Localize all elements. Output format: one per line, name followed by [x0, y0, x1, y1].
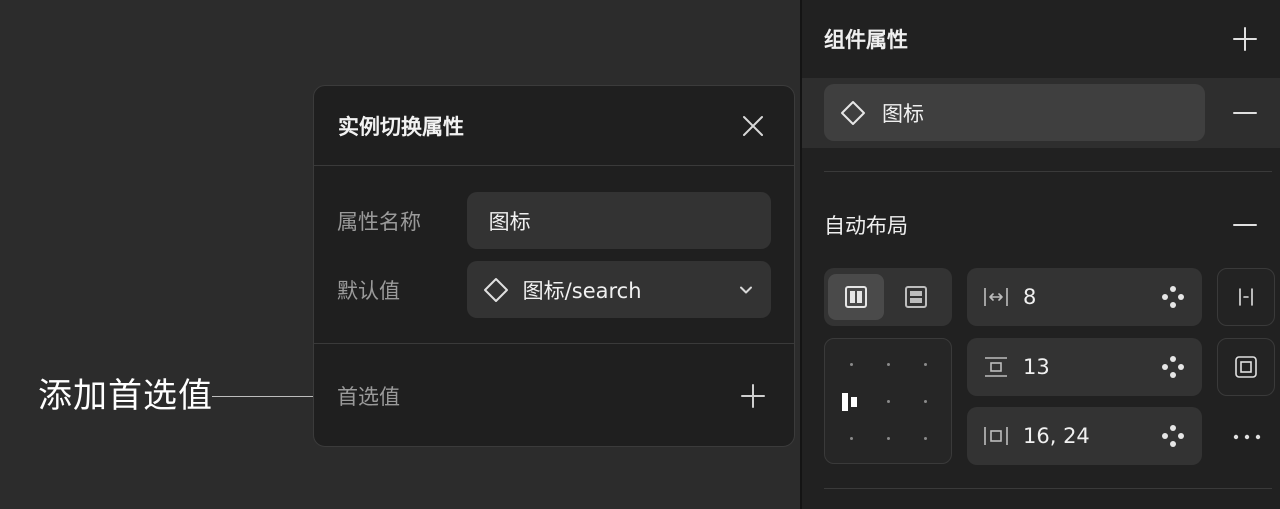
align-dot[interactable]: [924, 363, 927, 366]
align-dot[interactable]: [887, 400, 890, 403]
align-dot[interactable]: [850, 437, 853, 440]
diamond-icon: [841, 100, 865, 125]
padding-field[interactable]: 16, 24: [967, 407, 1202, 465]
instance-swap-property-dialog: 实例切换属性 属性名称 图标 默认值 图标/search 首选值: [313, 85, 795, 447]
layout-direction-toggle: [824, 268, 952, 326]
hug-width-icon: [1239, 288, 1253, 306]
more-options-button[interactable]: [1230, 422, 1264, 452]
padding-value: 16, 24: [1023, 424, 1090, 448]
align-dot[interactable]: [887, 363, 890, 366]
alignment-grid[interactable]: [824, 338, 952, 464]
default-value-label: 默认值: [337, 278, 400, 303]
align-dot[interactable]: [887, 437, 890, 440]
dialog-title: 实例切换属性: [338, 114, 464, 139]
vertical-padding-icon: [985, 357, 1007, 377]
properties-panel: 组件属性 图标 自动布局 8 13 16, 24: [800, 0, 1280, 509]
preferred-values-label: 首选值: [337, 385, 400, 409]
horizontal-layout-icon: [845, 286, 867, 308]
component-property-label: 图标: [882, 101, 924, 126]
item-spacing-field[interactable]: 8: [967, 268, 1202, 326]
horizontal-spacing-icon: [984, 288, 1008, 306]
default-value-text: 图标/search: [522, 278, 642, 303]
plus-icon: [741, 384, 765, 408]
clip-content-button[interactable]: [1217, 338, 1275, 396]
component-property-row: 图标: [802, 78, 1280, 148]
remove-auto-layout-button[interactable]: [1230, 210, 1260, 240]
align-dot[interactable]: [924, 400, 927, 403]
canvas: 添加首选值 实例切换属性 属性名称 图标 默认值 图标/search 首选值 组…: [0, 0, 1280, 509]
default-value-select[interactable]: 图标/search: [466, 261, 771, 318]
remove-component-property-button[interactable]: [1230, 98, 1260, 128]
horizontal-padding-icon: [984, 427, 1008, 445]
close-button[interactable]: [738, 111, 768, 141]
resizing-button[interactable]: [1217, 268, 1275, 326]
vertical-direction-button[interactable]: [888, 274, 944, 320]
vertical-padding-value: 13: [1023, 355, 1050, 379]
frame-padding-icon: [1235, 356, 1257, 378]
default-value-row: 默认值 图标/search: [337, 261, 771, 318]
property-name-label: 属性名称: [337, 209, 421, 234]
minus-icon: [1233, 112, 1257, 114]
chevron-down-icon: [740, 286, 752, 293]
dialog-header: 实例切换属性: [314, 86, 794, 166]
plus-icon: [1233, 27, 1257, 51]
variable-dots-icon: [1162, 286, 1184, 308]
section-divider: [824, 488, 1272, 489]
section-divider: [824, 171, 1272, 172]
annotation-line: [212, 396, 318, 397]
preferred-values-row: 首选值: [314, 344, 794, 446]
align-dot[interactable]: [924, 437, 927, 440]
vertical-padding-field[interactable]: 13: [967, 338, 1202, 396]
apply-variable-button[interactable]: [1160, 354, 1186, 380]
property-name-row: 属性名称 图标: [337, 192, 771, 249]
close-icon: [743, 115, 763, 136]
horizontal-direction-button[interactable]: [828, 274, 884, 320]
apply-variable-button[interactable]: [1160, 284, 1186, 310]
vertical-layout-icon: [905, 286, 927, 308]
more-horizontal-icon: [1233, 434, 1261, 440]
apply-variable-button[interactable]: [1160, 423, 1186, 449]
add-preferred-value-button[interactable]: [738, 381, 768, 411]
variable-dots-icon: [1162, 425, 1184, 447]
property-name-input[interactable]: 图标: [466, 192, 771, 249]
auto-layout-heading: 自动布局: [824, 214, 908, 238]
component-property-item[interactable]: 图标: [824, 84, 1205, 141]
diamond-icon: [483, 277, 508, 302]
add-component-property-button[interactable]: [1230, 24, 1260, 54]
component-props-heading: 组件属性: [824, 28, 908, 52]
align-left-center-icon: [842, 393, 857, 411]
dialog-body: 属性名称 图标 默认值 图标/search: [314, 166, 794, 344]
align-dot[interactable]: [850, 363, 853, 366]
minus-icon: [1233, 224, 1257, 226]
annotation-text: 添加首选值: [38, 376, 213, 416]
item-spacing-value: 8: [1023, 285, 1037, 309]
variable-dots-icon: [1162, 356, 1184, 378]
